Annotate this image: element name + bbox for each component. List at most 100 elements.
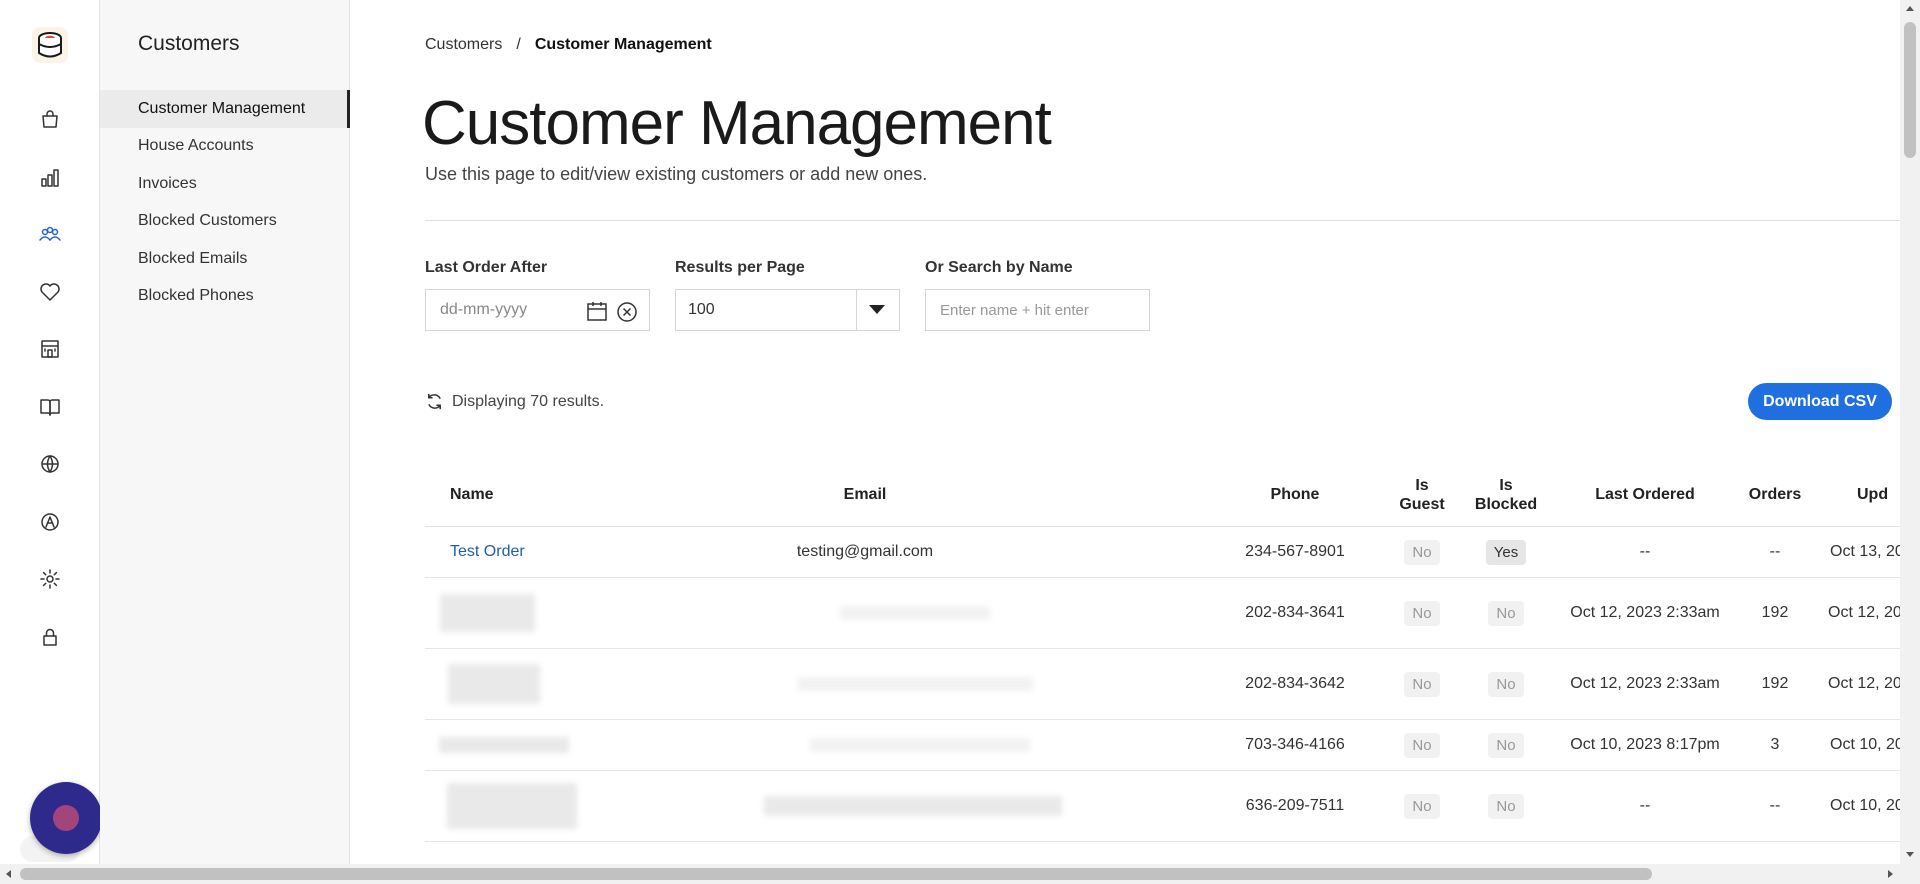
is-guest-badge: No: [1404, 600, 1440, 626]
column-header-is-blocked[interactable]: Is Blocked: [1475, 462, 1537, 527]
scroll-left-arrow-icon[interactable]: [6, 870, 11, 878]
orders-count: --: [1769, 543, 1781, 560]
table-row[interactable]: 202-834-3641 No No Oct 12, 2023 2:33am 1…: [425, 578, 1900, 649]
scroll-right-arrow-icon[interactable]: [1888, 870, 1893, 878]
redacted-name[interactable]: [447, 783, 577, 829]
customer-email: testing@gmail.com: [796, 543, 934, 560]
customer-phone: 703-346-4166: [1245, 736, 1345, 753]
clear-date-icon[interactable]: [616, 301, 638, 323]
breadcrumb-separator: /: [516, 36, 521, 53]
orders-count: 3: [1770, 736, 1780, 753]
last-ordered: Oct 12, 2023 2:33am: [1570, 675, 1720, 692]
results-count-text: Displaying 70 results.: [452, 392, 605, 410]
redacted-name[interactable]: [448, 664, 540, 704]
redacted-email: [797, 677, 1033, 691]
customer-phone: 636-209-7511: [1245, 797, 1345, 814]
sidebar-item-invoices[interactable]: Invoices: [100, 165, 350, 203]
column-header-is-guest[interactable]: Is Guest: [1397, 462, 1447, 527]
search-by-name-label: Or Search by Name: [925, 259, 1073, 276]
horizontal-scroll-thumb[interactable]: [20, 868, 1652, 880]
app-window: Customers Customer Management House Acco…: [0, 0, 1920, 884]
orders-count: 192: [1761, 604, 1789, 621]
results-per-page-value: 100: [688, 301, 715, 318]
sidebar-item-house-accounts[interactable]: House Accounts: [100, 128, 350, 166]
column-header-name[interactable]: Name: [450, 462, 510, 527]
search-input[interactable]: Enter name + hit enter: [925, 289, 1150, 331]
select-divider: [856, 290, 857, 330]
results-per-page-select[interactable]: 100: [675, 289, 900, 331]
customer-phone: 202-834-3641: [1245, 604, 1345, 621]
scroll-up-arrow-icon[interactable]: [1906, 6, 1914, 11]
redacted-email: [840, 606, 990, 620]
sidebar-title: Customers: [138, 32, 240, 55]
page-subtitle: Use this page to edit/view existing cust…: [425, 164, 928, 184]
updated-date: Oct 10, 20: [1830, 736, 1900, 753]
search-placeholder: Enter name + hit enter: [940, 301, 1089, 319]
is-guest-badge: No: [1404, 732, 1440, 758]
is-blocked-badge: Yes: [1485, 539, 1527, 565]
vertical-scrollbar[interactable]: [1900, 0, 1920, 864]
page-title: Customer Management: [422, 89, 1052, 158]
sidebar-item-blocked-emails[interactable]: Blocked Emails: [100, 240, 350, 278]
sidebar-item-blocked-customers[interactable]: Blocked Customers: [100, 203, 350, 241]
column-header-last-ordered[interactable]: Last Ordered: [1565, 462, 1725, 527]
refresh-icon[interactable]: [425, 392, 444, 411]
customers-table: Name Email Phone Is Guest Is Blocked Las…: [425, 462, 1900, 842]
store-icon[interactable]: [36, 335, 64, 363]
redacted-name[interactable]: [439, 737, 569, 753]
vertical-scroll-thumb[interactable]: [1904, 22, 1916, 158]
download-csv-button[interactable]: Download CSV: [1748, 383, 1892, 420]
is-blocked-badge: No: [1488, 671, 1524, 697]
updated-date: Oct 12, 20: [1828, 675, 1900, 692]
icon-rail: [0, 0, 102, 864]
chevron-down-icon[interactable]: [869, 305, 885, 314]
gear-icon[interactable]: [36, 565, 64, 593]
last-order-date-input[interactable]: dd-mm-yyyy: [425, 289, 650, 331]
logo-icon[interactable]: [31, 26, 69, 64]
calendar-icon[interactable]: [586, 301, 608, 321]
book-icon[interactable]: [36, 393, 64, 421]
is-blocked-badge: No: [1488, 600, 1524, 626]
sidebar-item-blocked-phones[interactable]: Blocked Phones: [100, 278, 350, 316]
scroll-down-arrow-icon[interactable]: [1906, 852, 1914, 857]
breadcrumb-parent[interactable]: Customers: [425, 36, 502, 54]
breadcrumb: Customers / Customer Management: [425, 36, 712, 54]
sidebar-list: Customer Management House Accounts Invoi…: [100, 90, 350, 315]
column-header-email[interactable]: Email: [815, 462, 915, 527]
lock-icon[interactable]: [36, 623, 64, 651]
table-row[interactable]: Test Order testing@gmail.com 234-567-890…: [425, 527, 1900, 578]
sidebar-item-customer-management[interactable]: Customer Management: [100, 90, 350, 128]
customers-icon[interactable]: [36, 220, 64, 248]
chart-icon[interactable]: [36, 164, 64, 192]
heart-icon[interactable]: [36, 278, 64, 306]
last-order-label: Last Order After: [425, 259, 548, 276]
redacted-name[interactable]: [440, 594, 535, 632]
table-header: Name Email Phone Is Guest Is Blocked Las…: [425, 462, 1900, 527]
table-row[interactable]: 202-834-3642 No No Oct 12, 2023 2:33am 1…: [425, 649, 1900, 720]
globe-icon[interactable]: [36, 450, 64, 478]
customer-name-link[interactable]: Test Order: [450, 543, 525, 561]
column-header-phone[interactable]: Phone: [1255, 462, 1335, 527]
divider: [425, 220, 1900, 221]
is-guest-badge: No: [1404, 671, 1440, 697]
compass-icon[interactable]: [36, 508, 64, 536]
orders-count: --: [1769, 797, 1781, 814]
column-header-updated[interactable]: Upd: [1857, 462, 1900, 527]
updated-date: Oct 10, 20: [1830, 797, 1900, 814]
horizontal-scrollbar[interactable]: [0, 864, 1920, 884]
is-guest-badge: No: [1404, 793, 1440, 819]
redacted-email: [764, 796, 1062, 816]
orders-count: 192: [1761, 675, 1789, 692]
customer-phone: 234-567-8901: [1245, 543, 1345, 560]
updated-date: Oct 13, 20: [1830, 543, 1900, 560]
table-row[interactable]: 636-209-7511 No No -- -- Oct 10, 20: [425, 771, 1900, 842]
last-ordered: --: [1639, 543, 1651, 560]
column-header-orders[interactable]: Orders: [1740, 462, 1810, 527]
chat-widget-icon[interactable]: [30, 782, 102, 854]
table-row[interactable]: 703-346-4166 No No Oct 10, 2023 8:17pm 3…: [425, 720, 1900, 771]
updated-date: Oct 12, 20: [1828, 604, 1900, 621]
bag-icon[interactable]: [36, 105, 64, 133]
results-summary: Displaying 70 results.: [425, 392, 604, 411]
is-blocked-badge: No: [1488, 732, 1524, 758]
customer-phone: 202-834-3642: [1245, 675, 1345, 692]
